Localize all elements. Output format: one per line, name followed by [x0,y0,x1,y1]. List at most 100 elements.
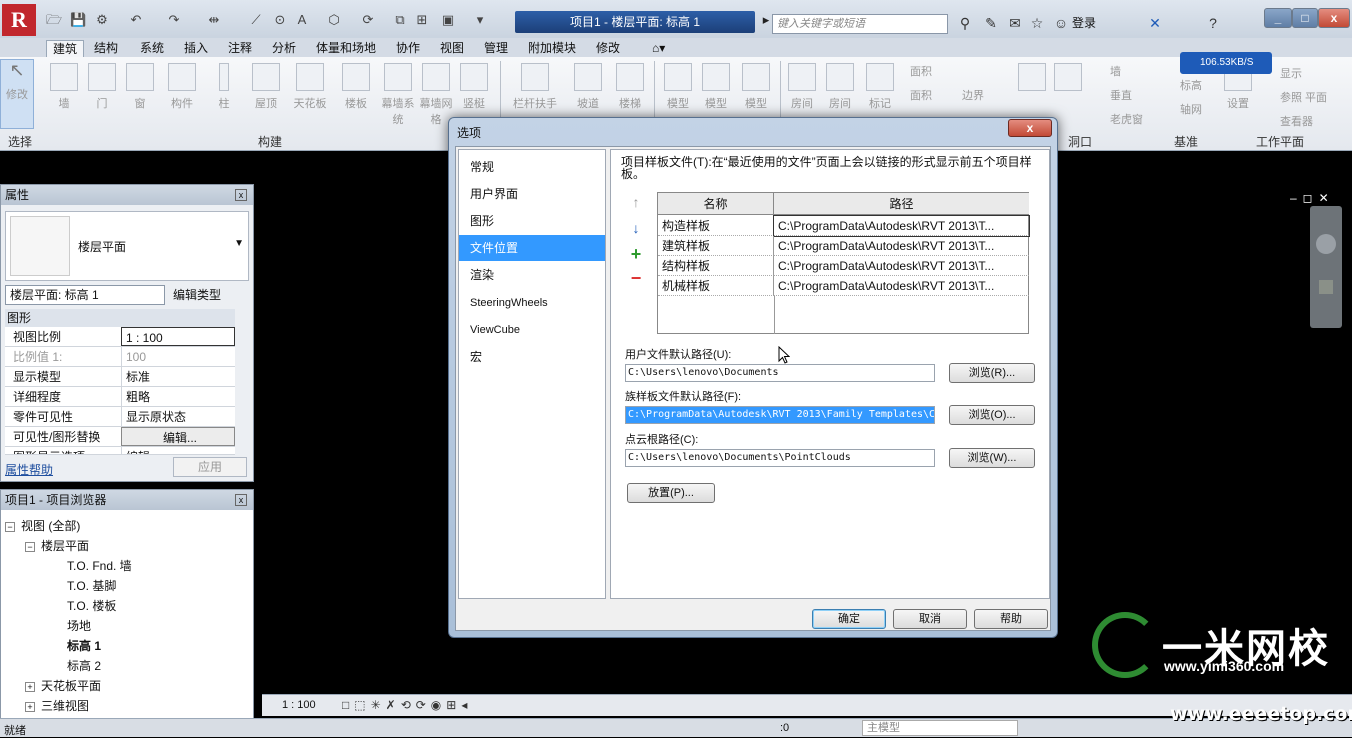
property-group-header[interactable]: 图形 [5,309,235,327]
minimize-button[interactable]: _ [1264,8,1292,28]
dimension-icon[interactable]: ⟋ [248,12,264,28]
tree-leaf[interactable]: T.O. 基脚 [67,577,116,594]
component-button[interactable]: 构件 [162,63,202,111]
edit-button[interactable]: 编辑... [121,427,235,446]
curtain-system-button[interactable]: 幕墙系统 [378,63,418,127]
tree-leaf-active[interactable]: 标高 1 [67,637,101,654]
family-path-input[interactable]: C:\ProgramData\Autodesk\RVT 2013\Family … [625,406,935,424]
ribbon-toggle-icon[interactable]: ⌂▾ [646,40,671,58]
model-line-button[interactable]: 模型 [696,63,736,111]
undo-icon[interactable]: ↶ [128,12,144,28]
tab-modify[interactable]: 修改 [590,40,626,58]
tree-leaf[interactable]: 场地 [67,617,91,634]
tag-room-button[interactable]: 标记 [860,63,900,111]
tree-node-floor-plans[interactable]: − 楼层平面 [25,537,89,554]
mullion-button[interactable]: 竖梃 [454,63,494,111]
view-control-icons[interactable]: □⬚✳✗⟲⟳◉⊞◂ [342,698,472,712]
app-menu-button[interactable]: R [2,4,36,36]
nav-item-macros[interactable]: 宏 [459,344,605,370]
area-button-2[interactable]: 面积 [910,87,932,103]
property-row[interactable]: 显示模型 标准 [5,367,235,387]
property-row[interactable]: 视图比例 1 : 100 [5,327,235,347]
room-separator-button[interactable]: 房间 [820,63,860,111]
3d-view-icon[interactable]: ⬡ [326,12,342,28]
shaft-button[interactable] [1048,63,1088,95]
show-workplane-button[interactable]: 显示 [1280,65,1302,81]
tab-structure[interactable]: 结构 [88,40,124,58]
property-row[interactable]: 图形显示选项 编辑... [5,447,235,455]
save-icon[interactable]: 💾 [70,12,86,28]
user-icon[interactable]: ☺ [1052,14,1070,32]
template-name-cell[interactable]: 构造样板 [658,216,774,236]
tab-annotate[interactable]: 注释 [222,40,258,58]
tab-collaborate[interactable]: 协作 [390,40,426,58]
nav-item-rendering[interactable]: 渲染 [459,262,605,288]
wall-opening-button[interactable]: 墙 [1110,63,1121,79]
user-path-input[interactable]: C:\Users\lenovo\Documents [625,364,935,382]
tree-node-ceiling-plans[interactable]: + 天花板平面 [25,677,101,694]
window-button[interactable]: 窗 [120,63,160,111]
ok-button[interactable]: 确定 [812,609,886,629]
tab-architecture[interactable]: 建筑 [46,40,85,58]
section-icon[interactable]: ⟳ [360,12,376,28]
tab-insert[interactable]: 插入 [178,40,214,58]
dialog-close-button[interactable]: x [1008,119,1052,137]
measure-icon[interactable]: ⇹ [206,12,222,28]
help-button[interactable]: 帮助 [974,609,1048,629]
stair-button[interactable]: 楼梯 [610,63,650,111]
tab-analyze[interactable]: 分析 [266,40,302,58]
template-path-cell[interactable]: C:\ProgramData\Autodesk\RVT 2013\T... [774,276,1029,296]
collapse-icon[interactable]: − [5,522,15,532]
railing-button[interactable]: 栏杆扶手 [510,63,560,111]
qat-dropdown-icon[interactable]: ▾ [472,12,488,28]
tag-icon[interactable]: ⊙ [272,12,288,28]
property-value[interactable]: 标准 [121,367,235,386]
tree-leaf[interactable]: 标高 2 [67,657,101,674]
nav-item-file-locations[interactable]: 文件位置 [459,235,605,261]
grid-button[interactable]: 轴网 [1180,101,1202,117]
remove-icon[interactable]: − [627,269,645,287]
communication-icon[interactable]: ✉ [1006,14,1024,32]
properties-help-link[interactable]: 属性帮助 [5,461,53,478]
room-button[interactable]: 房间 [782,63,822,111]
redo-icon[interactable]: ↷ [166,12,182,28]
template-path-cell[interactable]: C:\ProgramData\Autodesk\RVT 2013\T... [774,256,1029,276]
sync-icon[interactable]: ⚙ [94,12,110,28]
zoom-icon[interactable] [1319,280,1333,294]
add-icon[interactable]: + [627,245,645,263]
view-window-controls[interactable]: –◻✕ [1290,191,1335,205]
wall-button[interactable]: 墙 [44,63,84,111]
nav-item-graphics[interactable]: 图形 [459,208,605,234]
ramp-button[interactable]: 坡道 [568,63,608,111]
model-group-button[interactable]: 模型 [736,63,776,111]
nav-item-viewcube[interactable]: ViewCube [459,317,605,343]
floor-button[interactable]: 楼板 [336,63,376,111]
modify-button[interactable]: ↖ 修改 [0,59,34,129]
tab-manage[interactable]: 管理 [478,40,514,58]
close-icon[interactable]: x [235,189,247,201]
browse-user-path-button[interactable]: 浏览(R)... [949,363,1035,383]
expand-icon[interactable]: + [25,682,35,692]
switch-windows-icon[interactable]: ⊞ [414,12,430,28]
property-value[interactable]: 显示原状态 [121,407,235,426]
tree-node-3d-views[interactable]: + 三维视图 [25,697,89,714]
browse-family-path-button[interactable]: 浏览(O)... [949,405,1035,425]
switch-windows-icon[interactable]: ▣ [440,12,456,28]
collapse-icon[interactable]: − [25,542,35,552]
text-icon[interactable]: A [294,12,310,28]
tree-leaf[interactable]: T.O. 楼板 [67,597,116,614]
tab-view[interactable]: 视图 [434,40,470,58]
column-button[interactable]: 柱 [204,63,244,111]
template-name-cell[interactable]: 结构样板 [658,256,774,276]
help-icon[interactable]: ? [1204,14,1222,32]
dormer-button[interactable]: 老虎窗 [1110,111,1143,127]
edit-button[interactable]: 编辑... [121,447,235,454]
property-row[interactable]: 可见性/图形替换 编辑... [5,427,235,447]
nav-item-ui[interactable]: 用户界面 [459,181,605,207]
cancel-button[interactable]: 取消 [893,609,967,629]
nav-item-general[interactable]: 常规 [459,154,605,180]
viewer-button[interactable]: 查看器 [1280,113,1313,129]
expand-icon[interactable]: + [25,702,35,712]
exchange-icon[interactable]: ✕ [1146,14,1164,32]
property-value[interactable]: 粗略 [121,387,235,406]
